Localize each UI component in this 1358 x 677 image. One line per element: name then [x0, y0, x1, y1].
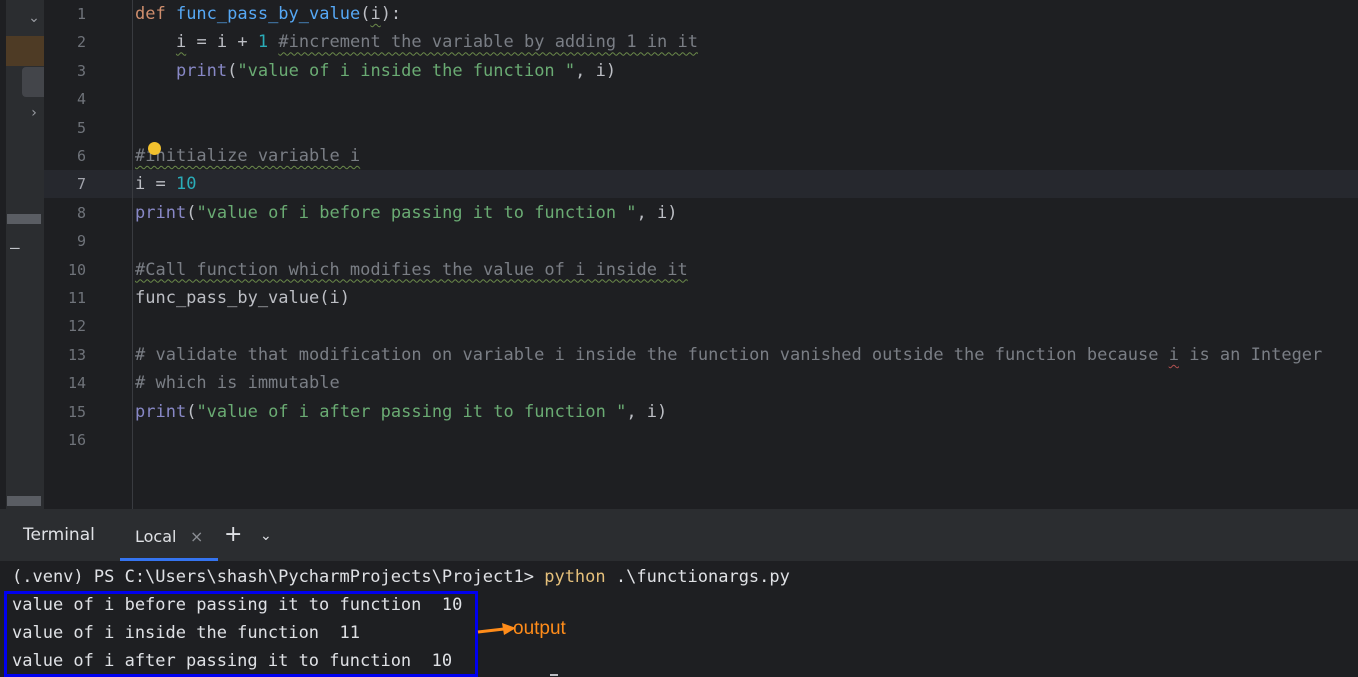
code-line[interactable]: # validate that modification on variable… [135, 341, 1322, 369]
code-editor[interactable]: 1 2 3 4 5 6 7 8 9 10 11 12 13 14 15 16 def func_pass_by… [44, 0, 1358, 509]
line-number: 12 [67, 317, 86, 336]
code-line[interactable]: def func_pass_by_value(i): [135, 0, 401, 28]
line-number: 1 [76, 5, 86, 23]
code-token: #increment the variable by adding 1 in i… [278, 32, 698, 53]
current-line-highlight [44, 170, 1358, 198]
code-line[interactable]: #initialize variable i [135, 142, 360, 170]
minus-icon[interactable]: — [10, 240, 26, 256]
command-args: .\functionargs.py [605, 567, 790, 587]
line-number: 11 [67, 289, 86, 307]
code-token: i [1168, 344, 1179, 365]
code-line[interactable]: print("value of i inside the function ",… [135, 57, 616, 85]
arrow-icon [477, 623, 516, 635]
line-number: 3 [76, 61, 86, 80]
code-line[interactable]: func_pass_by_value(i) [135, 284, 350, 312]
line-number-gutter: 1 2 3 4 5 6 7 8 9 10 11 12 13 14 15 16 [44, 0, 132, 509]
prompt: (.venv) PS C:\Users\shash\PycharmProject… [12, 567, 545, 587]
code-token: # which is immutable [135, 373, 340, 394]
code-token: , i) [575, 60, 617, 81]
line-number: 10 [67, 260, 86, 279]
plus-icon[interactable]: + [224, 522, 242, 548]
line-number: 4 [76, 90, 86, 109]
code-token: i [370, 4, 381, 24]
code-token: = i + [186, 32, 258, 53]
terminal-title: Terminal [23, 525, 95, 545]
code-line[interactable]: print("value of i after passing it to fu… [135, 398, 667, 426]
line-number: 2 [76, 33, 86, 52]
line-number: 14 [67, 374, 86, 393]
output-annotation: output [513, 618, 566, 639]
code-line[interactable]: #Call function which modifies the value … [135, 256, 688, 284]
output-highlight-box [4, 591, 478, 677]
chevron-right-icon[interactable]: › [24, 103, 44, 123]
terminal-panel[interactable]: Terminal Local × + ⌄ (.venv) PS C:\Users… [0, 509, 1358, 677]
tab-local[interactable]: Local × [120, 519, 218, 561]
tab-local-label: Local [135, 527, 177, 546]
code-line[interactable]: i = i + 1 #increment the variable by add… [135, 28, 698, 56]
lightbulb-icon[interactable] [148, 142, 161, 155]
line-number: 7 [76, 175, 86, 194]
code-token: func_pass_by_value(i) [135, 288, 350, 308]
code-token: #Call function which modifies the value … [135, 259, 688, 280]
line-number: 16 [67, 431, 86, 449]
chevron-down-icon[interactable]: ⌄ [24, 8, 44, 28]
code-token: is an Integer [1178, 344, 1323, 365]
strip-edge [0, 0, 6, 509]
terminal-toolbar: Terminal Local × + ⌄ [0, 509, 1358, 561]
code-token: ): [380, 4, 402, 24]
code-token: "value of i before passing it to functio… [196, 202, 637, 223]
code-token: print [135, 401, 187, 422]
code-token: # validate that modification on variable… [135, 344, 1169, 365]
code-token: ( [186, 202, 197, 223]
code-token: def [135, 4, 176, 24]
gutter-divider [132, 0, 133, 509]
chevron-down-icon[interactable]: ⌄ [260, 523, 272, 549]
line-number: 6 [76, 147, 86, 165]
line-number: 9 [76, 232, 86, 251]
strip-highlight [6, 36, 44, 66]
code-token: "value of i inside the function " [237, 60, 576, 81]
tool-window-strip: ⌄ › — [0, 0, 44, 509]
code-line[interactable]: # which is immutable [135, 369, 340, 397]
code-token: i [175, 32, 187, 53]
line-number: 5 [76, 118, 86, 137]
code-token: 1 [257, 32, 269, 53]
code-token: ( [360, 4, 371, 24]
code-line[interactable]: print("value of i before passing it to f… [135, 199, 678, 227]
code-token: func_pass_by_value [175, 4, 361, 24]
code-token: print [175, 60, 228, 81]
terminal-command-line[interactable]: (.venv) PS C:\Users\shash\PycharmProject… [12, 563, 790, 591]
code-token: ( [227, 60, 238, 81]
line-number: 8 [76, 203, 86, 222]
line-number: 15 [67, 402, 86, 421]
active-tab-indicator [120, 558, 218, 561]
code-token: , i) [626, 401, 668, 422]
line-number: 13 [67, 345, 86, 364]
code-line[interactable]: i = 10 [135, 170, 196, 198]
code-token: "value of i after passing it to function… [196, 401, 627, 422]
code-token: , i) [636, 202, 678, 223]
code-token: 10 [175, 174, 197, 195]
code-token: #initialize variable i [135, 146, 361, 166]
code-token: print [135, 202, 187, 223]
code-token: ( [186, 401, 197, 422]
command-python: python [544, 567, 606, 587]
code-token: i = [135, 174, 176, 195]
strip-selected-item[interactable] [22, 67, 44, 97]
scrollbar-thumb-bottom[interactable] [7, 496, 41, 506]
scrollbar-thumb[interactable] [7, 214, 41, 224]
close-icon[interactable]: × [190, 524, 203, 550]
